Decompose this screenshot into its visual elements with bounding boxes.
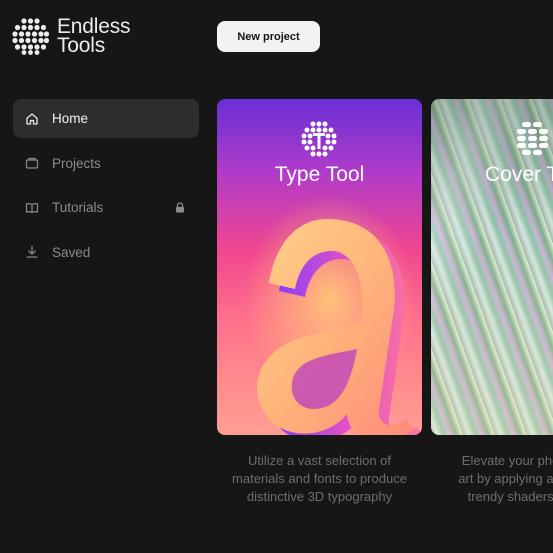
download-icon: [25, 245, 39, 259]
sidebar-item-label: Saved: [52, 244, 91, 260]
brand-name: Endless Tools: [57, 16, 131, 57]
home-icon: [25, 112, 39, 126]
description-line: trendy shaders a: [467, 489, 553, 504]
type-tool-icon: [301, 121, 337, 157]
description-line: art by applying a div: [458, 471, 553, 486]
description-line: Elevate your photo: [461, 453, 553, 468]
description-line: distinctive 3D typography: [246, 489, 393, 504]
description-line: materials and fonts to produce: [232, 471, 407, 486]
cover-tool-title: Cover T: [485, 163, 553, 186]
cover-tool-description: Elevate your photo art by applying a div…: [431, 452, 553, 506]
brand-logo[interactable]: Endless Tools: [12, 16, 131, 57]
lock-icon: [176, 202, 184, 213]
cover-tool-card[interactable]: Cover T: [431, 99, 553, 435]
sidebar-item-saved[interactable]: Saved: [13, 233, 199, 272]
folder-icon: [25, 156, 39, 170]
cover-tool-icon: [517, 122, 548, 155]
type-tool-artwork: [256, 219, 422, 435]
sidebar-item-tutorials[interactable]: Tutorials: [13, 188, 199, 227]
description-line: Utilize a vast selection of: [247, 453, 392, 468]
type-tool-card[interactable]: Type Tool: [217, 99, 422, 435]
new-project-button[interactable]: New project: [217, 21, 320, 52]
sidebar-item-label: Home: [52, 111, 89, 126]
sidebar-item-label: Tutorials: [52, 200, 104, 215]
sidebar-item-projects[interactable]: Projects: [13, 144, 199, 183]
sidebar-item-label: Projects: [52, 155, 101, 171]
sidebar-item-home[interactable]: Home: [13, 99, 199, 138]
type-tool-title: Type Tool: [274, 163, 365, 186]
brand-name-line2: Tools: [57, 34, 106, 57]
logo-dots-icon: [12, 17, 49, 55]
type-tool-description: Utilize a vast selection of materials an…: [217, 452, 422, 506]
sidebar-nav: Home Projects Tutorials Saved: [13, 99, 199, 277]
book-icon: [25, 201, 39, 215]
